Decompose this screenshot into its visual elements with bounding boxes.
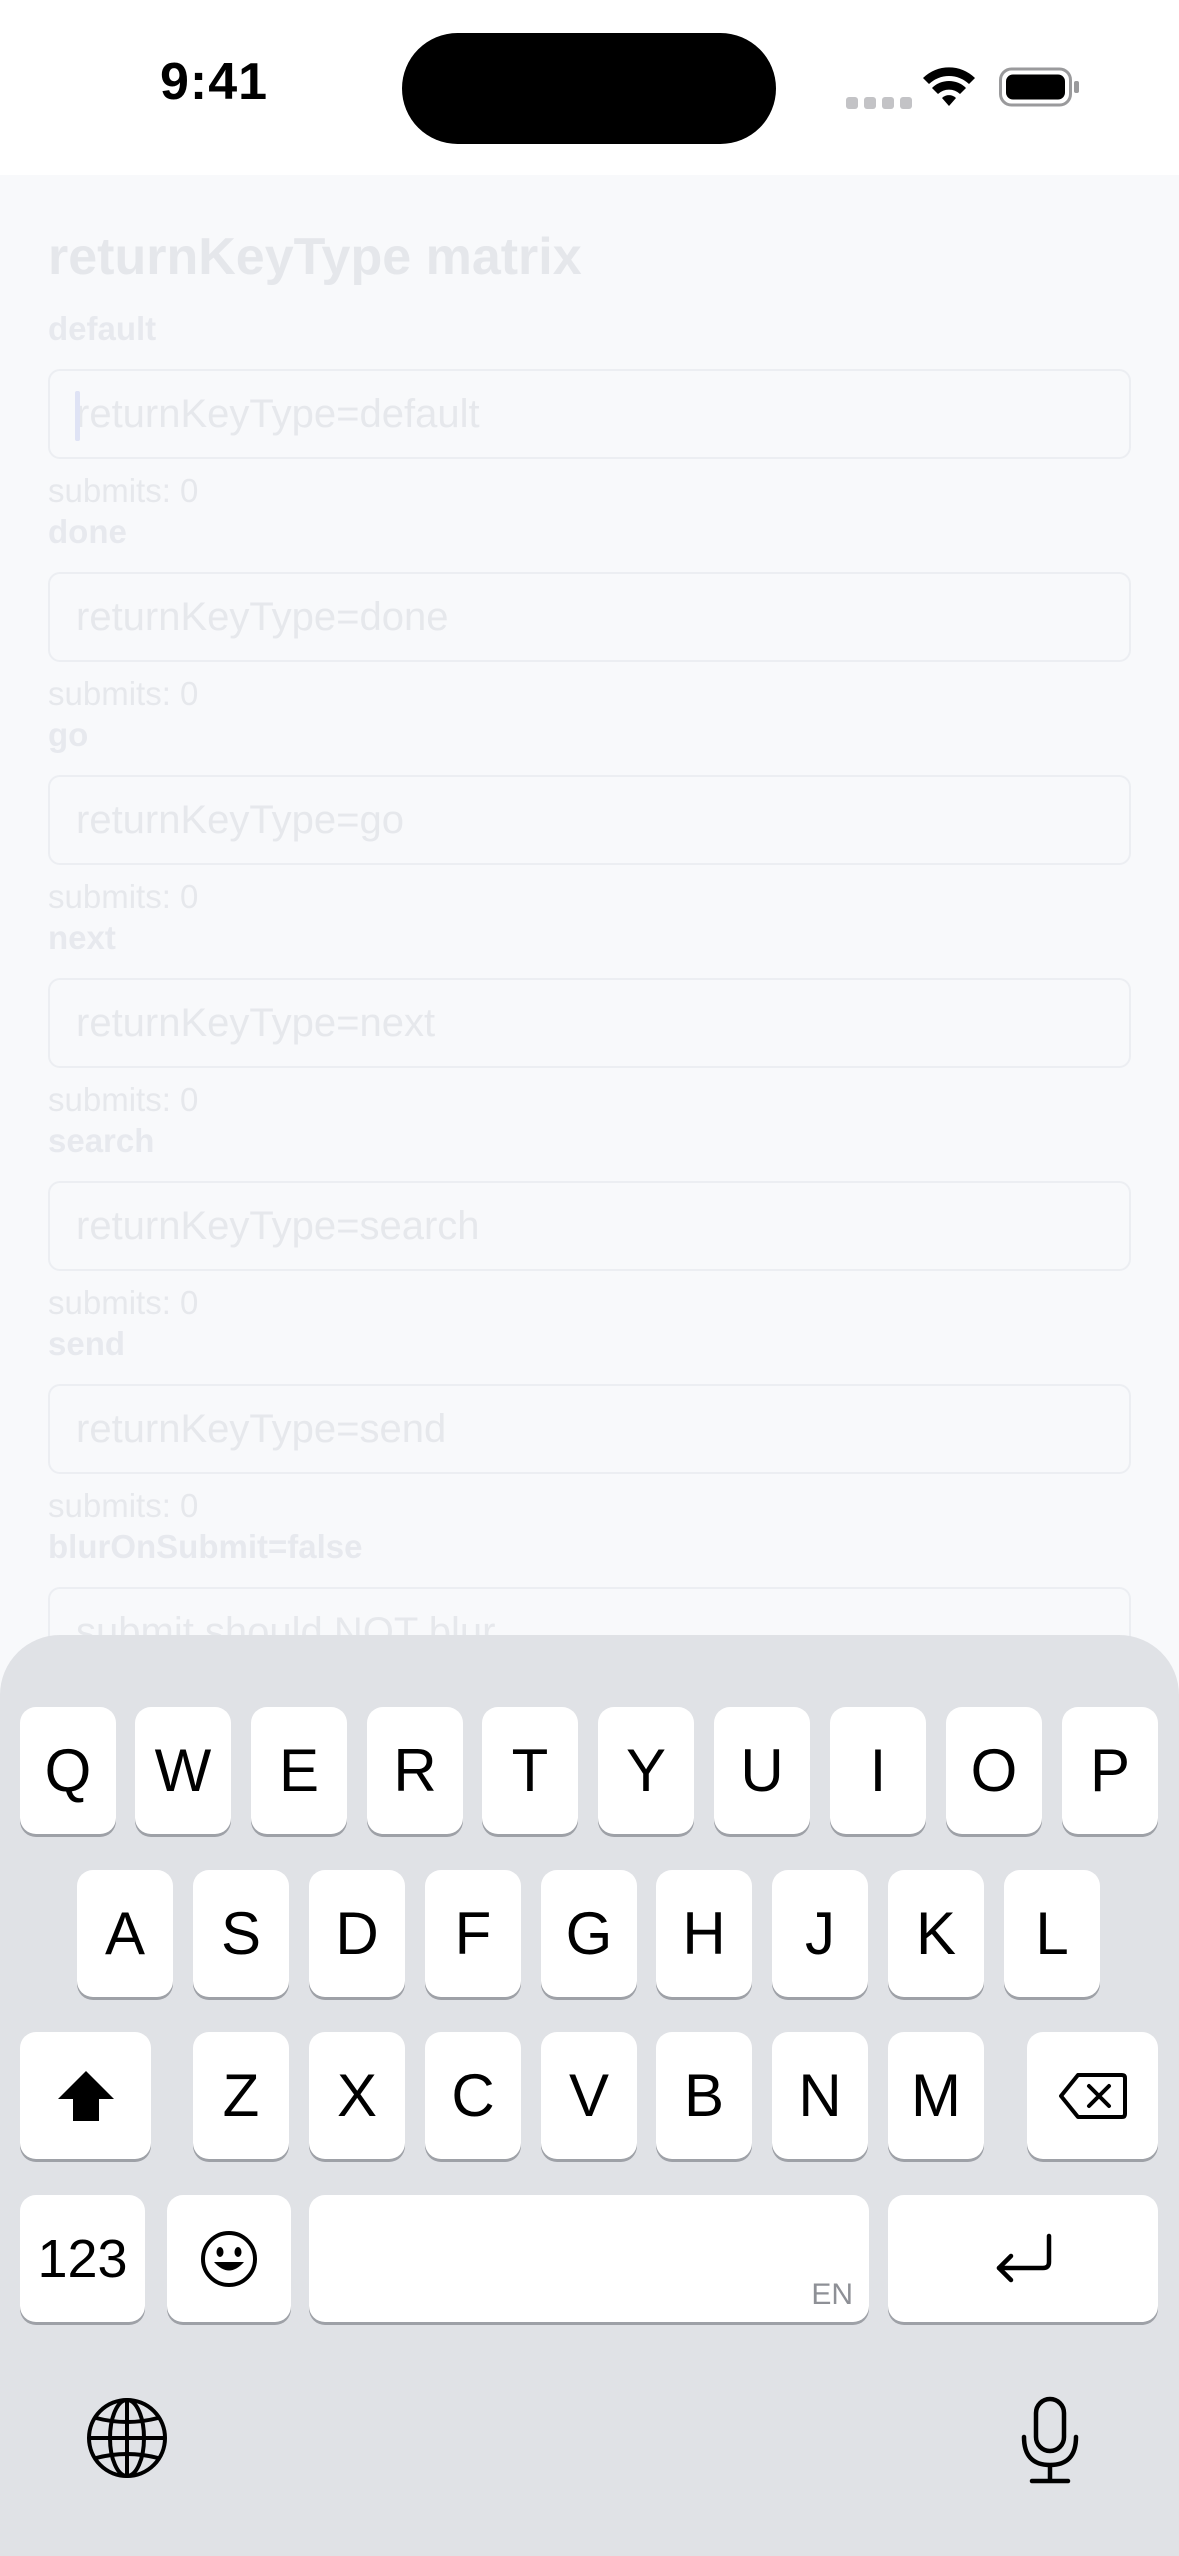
submits-counter: submits: 0 — [48, 472, 199, 509]
text-input-go[interactable] — [50, 777, 1129, 863]
key-o[interactable]: O — [946, 1707, 1042, 1834]
row-label: go — [48, 716, 89, 753]
key-w[interactable]: W — [135, 1707, 231, 1834]
key-q[interactable]: Q — [20, 1707, 116, 1834]
text-field-default[interactable] — [48, 369, 1131, 459]
text-input-send[interactable] — [50, 1386, 1129, 1472]
row-done: done submits: 0 — [48, 510, 1131, 716]
key-m[interactable]: M — [888, 2032, 984, 2159]
row-go: go submits: 0 — [48, 713, 1131, 919]
key-n[interactable]: N — [772, 2032, 868, 2159]
row-label: send — [48, 1325, 126, 1362]
dynamic-island — [402, 33, 776, 144]
text-field-search[interactable] — [48, 1181, 1131, 1271]
row-default: default submits: 0 — [48, 307, 1131, 513]
battery-icon — [999, 67, 1079, 107]
key-p[interactable]: P — [1062, 1707, 1158, 1834]
key-b[interactable]: B — [656, 2032, 752, 2159]
key-t[interactable]: T — [482, 1707, 578, 1834]
key-l[interactable]: L — [1004, 1870, 1100, 1997]
key-a[interactable]: A — [77, 1870, 173, 1997]
shift-icon — [57, 2070, 114, 2121]
row-label: done — [48, 513, 127, 550]
key-j[interactable]: J — [772, 1870, 868, 1997]
text-input-next[interactable] — [50, 980, 1129, 1066]
key-x[interactable]: X — [309, 2032, 405, 2159]
text-field-send[interactable] — [48, 1384, 1131, 1474]
text-input-default[interactable] — [50, 371, 1129, 457]
key-g[interactable]: G — [541, 1870, 637, 1997]
key-k[interactable]: K — [888, 1870, 984, 1997]
text-caret — [75, 391, 80, 441]
text-field-go[interactable] — [48, 775, 1131, 865]
key-z[interactable]: Z — [193, 2032, 289, 2159]
key-y[interactable]: Y — [598, 1707, 694, 1834]
row-label: next — [48, 919, 116, 956]
globe-icon — [87, 2398, 167, 2478]
space-key[interactable]: EN — [309, 2195, 869, 2322]
emoji-icon — [201, 2230, 257, 2287]
shift-key[interactable] — [20, 2032, 151, 2159]
screen-content: returnKeyType matrix default submits: 0 … — [0, 175, 1179, 1677]
row-label: default — [48, 310, 157, 347]
delete-key[interactable] — [1027, 2032, 1158, 2159]
submits-counter: submits: 0 — [48, 878, 199, 915]
submits-counter: submits: 0 — [48, 1284, 199, 1321]
row-send: send submits: 0 — [48, 1322, 1131, 1528]
key-v[interactable]: V — [541, 2032, 637, 2159]
key-s[interactable]: S — [193, 1870, 289, 1997]
key-i[interactable]: I — [830, 1707, 926, 1834]
microphone-button[interactable] — [1005, 2385, 1095, 2495]
text-field-next[interactable] — [48, 978, 1131, 1068]
key-f[interactable]: F — [425, 1870, 521, 1997]
delete-icon — [1058, 2072, 1127, 2119]
key-h[interactable]: H — [656, 1870, 752, 1997]
key-e[interactable]: E — [251, 1707, 347, 1834]
submits-counter: submits: 0 — [48, 1487, 199, 1524]
software-keyboard: Q W E R T Y U I O P A S D F G H J K L Z … — [0, 1635, 1179, 2556]
status-time: 9:41 — [160, 53, 269, 111]
key-d[interactable]: D — [309, 1870, 405, 1997]
row-next: next submits: 0 — [48, 916, 1131, 1122]
return-icon — [996, 2233, 1052, 2282]
numbers-key[interactable]: 123 — [20, 2195, 145, 2322]
return-key[interactable] — [888, 2195, 1158, 2322]
key-c[interactable]: C — [425, 2032, 521, 2159]
submits-counter: submits: 0 — [48, 1081, 199, 1118]
row-label: search — [48, 1122, 155, 1159]
page-title: returnKeyType matrix — [48, 228, 582, 286]
text-input-search[interactable] — [50, 1183, 1129, 1269]
cellular-signal-icon — [846, 96, 918, 114]
text-field-done[interactable] — [48, 572, 1131, 662]
submits-counter: submits: 0 — [48, 675, 199, 712]
row-label: blurOnSubmit=false — [48, 1528, 363, 1565]
key-r[interactable]: R — [367, 1707, 463, 1834]
wifi-icon — [923, 67, 975, 106]
emoji-key[interactable] — [167, 2195, 291, 2322]
microphone-icon — [1021, 2396, 1079, 2484]
globe-button[interactable] — [82, 2393, 172, 2483]
keyboard-language-label: EN — [811, 2278, 853, 2311]
row-search: search submits: 0 — [48, 1119, 1131, 1325]
status-bar: 9:41 — [0, 0, 1179, 175]
key-u[interactable]: U — [714, 1707, 810, 1834]
text-input-done[interactable] — [50, 574, 1129, 660]
